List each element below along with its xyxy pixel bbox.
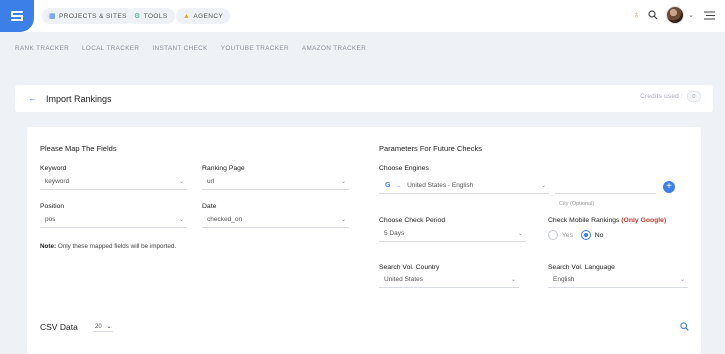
app-logo[interactable] [0, 0, 34, 32]
mobile-yes-label: Yes [561, 231, 573, 239]
search-icon[interactable] [648, 10, 658, 20]
search-vol-country-label: Search Vol. Country [379, 264, 440, 271]
logo-icon [11, 11, 23, 21]
date-select[interactable]: checked_on ⌄ [202, 212, 349, 228]
keyword-value: keyword [45, 178, 70, 185]
mapping-note: Note: Only these mapped fields will be i… [40, 243, 176, 250]
search-vol-language-label: Search Vol. Language [548, 264, 615, 271]
language-value: English [553, 276, 575, 283]
keyword-label: Keyword [40, 165, 67, 172]
engine-dropdown-caret-icon: ⌄ [396, 182, 402, 189]
mobile-yes-radio[interactable] [548, 230, 558, 240]
chevron-down-icon: ⌄ [540, 183, 546, 189]
check-period-select[interactable]: 5 Days ⌄ [379, 226, 526, 242]
ranking-page-label: Ranking Page [202, 165, 245, 172]
position-label: Position [40, 203, 65, 210]
ranking-page-select[interactable]: url ⌄ [202, 174, 349, 190]
note-text: Only these mapped fields will be importe… [57, 243, 177, 250]
engine-value: United States - English [407, 182, 474, 189]
subnav-local-tracker[interactable]: LOCAL TRACKER [82, 45, 139, 52]
mobile-rankings-label: Check Mobile Rankings (Only Google) [548, 217, 666, 224]
notification-bulb-icon[interactable]: ♁ [633, 10, 641, 21]
chevron-down-icon: ⌄ [340, 217, 346, 223]
mobile-no-radio[interactable] [580, 230, 591, 240]
csv-data-title: CSV Data [40, 322, 78, 332]
mobile-no-label: No [594, 231, 604, 239]
search-vol-country-select[interactable]: United States ⌄ [379, 272, 519, 288]
city-input[interactable] [555, 178, 656, 194]
note-bold: Note: [40, 243, 57, 250]
page-header: ← Import Rankings Credits used : 0 [15, 85, 713, 112]
chevron-down-icon: ⌄ [106, 324, 112, 330]
credits-used: Credits used : 0 [640, 91, 701, 102]
nav-label: PROJECTS & SITES [59, 12, 127, 20]
chevron-down-icon: ⌄ [510, 277, 516, 283]
credits-count-badge: 0 [687, 91, 701, 102]
menu-icon[interactable] [704, 11, 715, 20]
mobile-label-text: Check Mobile Rankings [548, 217, 620, 224]
chevron-down-icon: ⌄ [340, 179, 346, 185]
chevron-down-icon: ⌄ [178, 179, 184, 185]
subnav-rank-tracker[interactable]: RANK TRACKER [15, 45, 69, 52]
nav-label: AGENCY [193, 12, 224, 20]
map-fields-title: Please Map The Fields [40, 144, 117, 153]
google-icon: G [385, 182, 391, 189]
chevron-down-icon: ⌄ [679, 277, 685, 283]
engine-select[interactable]: G ⌄ United States - English ⌄ [379, 178, 549, 194]
mobile-radio-group: Yes No [548, 230, 603, 240]
nav-agency[interactable]: ▲ AGENCY [176, 8, 231, 24]
avatar[interactable] [666, 6, 685, 24]
subnav-instant-check[interactable]: INSTANT CHECK [152, 45, 207, 52]
chevron-down-icon[interactable]: ⌄ [688, 11, 694, 19]
nav-projects-sites[interactable]: ▦ PROJECTS & SITES [42, 8, 134, 24]
tracker-subnav: RANK TRACKER LOCAL TRACKER INSTANT CHECK… [15, 45, 379, 52]
page-size-value: 20 [95, 324, 102, 330]
date-value: checked_on [207, 216, 243, 223]
engines-label: Choose Engines [379, 165, 429, 172]
page-title: Import Rankings [46, 94, 112, 104]
ranking-page-value: url [207, 178, 215, 185]
chevron-down-icon: ⌄ [178, 217, 184, 223]
subnav-amazon-tracker[interactable]: AMAZON TRACKER [302, 45, 366, 52]
search-vol-language-select[interactable]: English ⌄ [548, 272, 688, 288]
top-right-actions: ♁ ⌄ [633, 6, 715, 24]
credits-label: Credits used : [640, 93, 683, 100]
city-placeholder: City (Optional) [559, 201, 595, 207]
chevron-down-icon: ⌄ [517, 231, 523, 237]
grid-icon: ▦ [49, 13, 57, 20]
keyword-select[interactable]: keyword ⌄ [40, 174, 187, 190]
future-checks-title: Parameters For Future Checks [379, 144, 482, 153]
tools-icon: ⚙ [134, 13, 141, 20]
mobile-label-suffix: (Only Google) [621, 217, 667, 224]
add-engine-button[interactable]: + [663, 181, 675, 193]
agency-icon: ▲ [183, 12, 191, 20]
check-period-value: 5 Days [384, 230, 405, 237]
nav-tools[interactable]: ⚙ TOOLS [127, 8, 175, 24]
import-form-card: Please Map The Fields Keyword keyword ⌄ … [27, 127, 701, 354]
csv-search-icon[interactable] [680, 322, 689, 331]
page-size-select[interactable]: 20 ⌄ [93, 323, 114, 332]
country-value: United States [384, 276, 424, 283]
subnav-youtube-tracker[interactable]: YOUTUBE TRACKER [221, 45, 289, 52]
position-select[interactable]: pos ⌄ [40, 212, 187, 228]
top-bar: ▦ PROJECTS & SITES ⚙ TOOLS ▲ AGENCY ♁ ⌄ [0, 0, 725, 32]
nav-label: TOOLS [143, 12, 168, 20]
back-arrow-icon[interactable]: ← [28, 93, 37, 103]
position-value: pos [45, 216, 56, 223]
check-period-label: Choose Check Period [379, 217, 446, 224]
date-label: Date [202, 203, 217, 210]
